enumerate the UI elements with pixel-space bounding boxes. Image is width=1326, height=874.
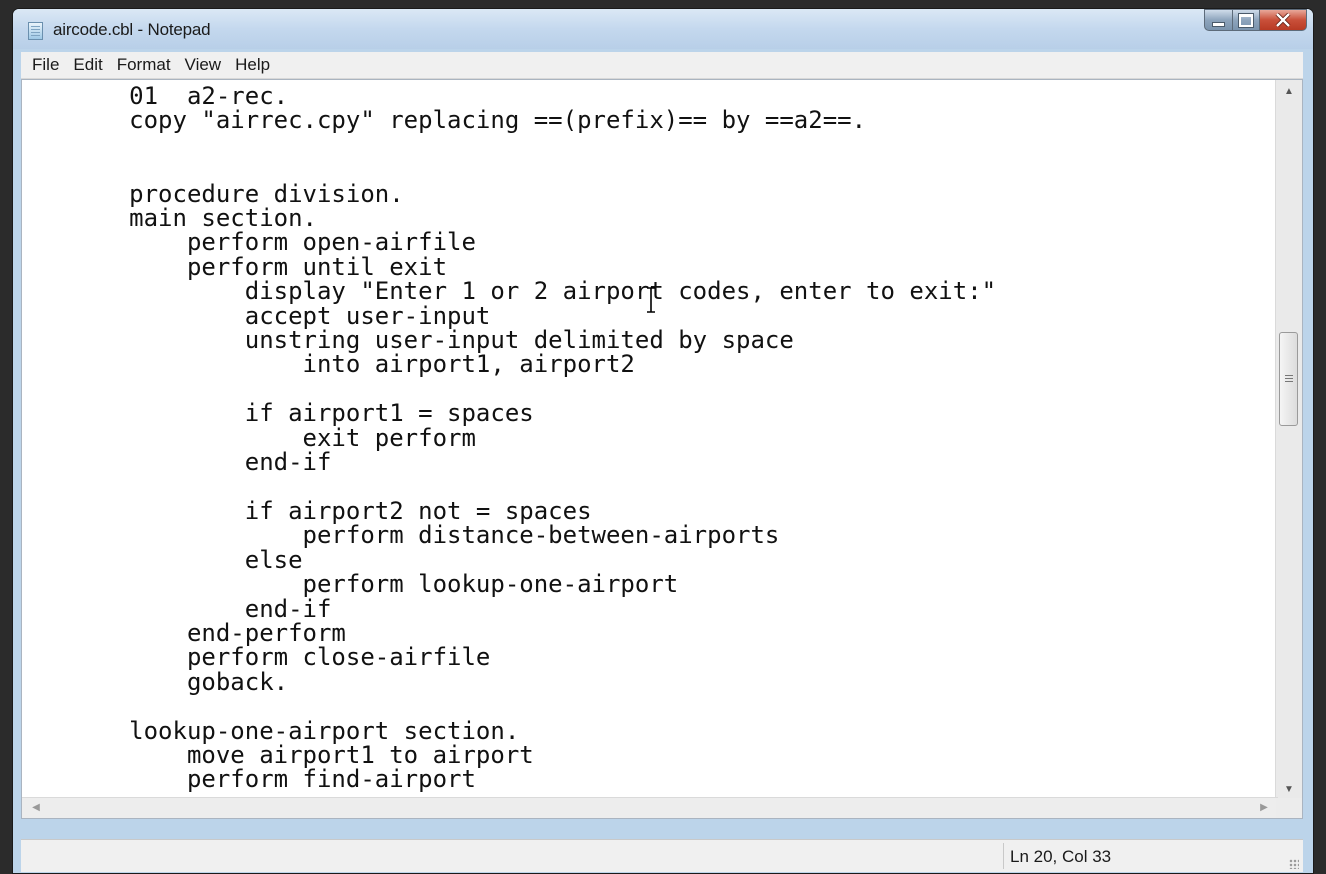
maximize-icon [1238,12,1254,28]
scrollbar-corner [1276,798,1302,818]
menu-file[interactable]: File [21,52,66,78]
scroll-up-button[interactable]: ▲ [1276,82,1302,102]
status-separator [1003,843,1004,869]
vertical-scrollbar[interactable]: ▲ ▼ [1275,80,1302,802]
menu-format[interactable]: Format [110,52,178,78]
menu-view[interactable]: View [178,52,229,78]
editor-text[interactable]: 01 a2-rec. copy "airrec.cpy" replacing =… [28,84,1273,814]
notepad-icon[interactable] [28,22,43,40]
text-cursor-icon [647,287,655,313]
title-bar[interactable]: aircode.cbl - Notepad [13,9,1313,49]
scroll-down-button[interactable]: ▼ [1276,780,1302,800]
scroll-right-button[interactable]: ▶ [1254,798,1274,818]
notepad-window: aircode.cbl - Notepad File Edit Format V… [12,8,1314,874]
horizontal-scrollbar[interactable]: ◀ ▶ [22,797,1278,818]
menu-bar: File Edit Format View Help [21,52,1303,79]
caption-buttons [1204,9,1307,33]
minimize-icon [1212,21,1225,27]
close-icon [1275,13,1291,27]
menu-help[interactable]: Help [228,52,277,78]
status-bar: Ln 20, Col 33 [21,839,1303,872]
grip-icon [1285,375,1293,376]
resize-grip-icon[interactable] [1289,859,1299,869]
text-editor[interactable]: 01 a2-rec. copy "airrec.cpy" replacing =… [21,79,1303,819]
vertical-scroll-thumb[interactable] [1279,332,1298,426]
scroll-left-button[interactable]: ◀ [26,798,46,818]
cursor-position: Ln 20, Col 33 [1010,847,1112,866]
menu-edit[interactable]: Edit [66,52,109,78]
minimize-button[interactable] [1204,9,1232,31]
close-button[interactable] [1259,9,1307,31]
maximize-button[interactable] [1232,9,1259,31]
window-title: aircode.cbl - Notepad [53,20,211,39]
